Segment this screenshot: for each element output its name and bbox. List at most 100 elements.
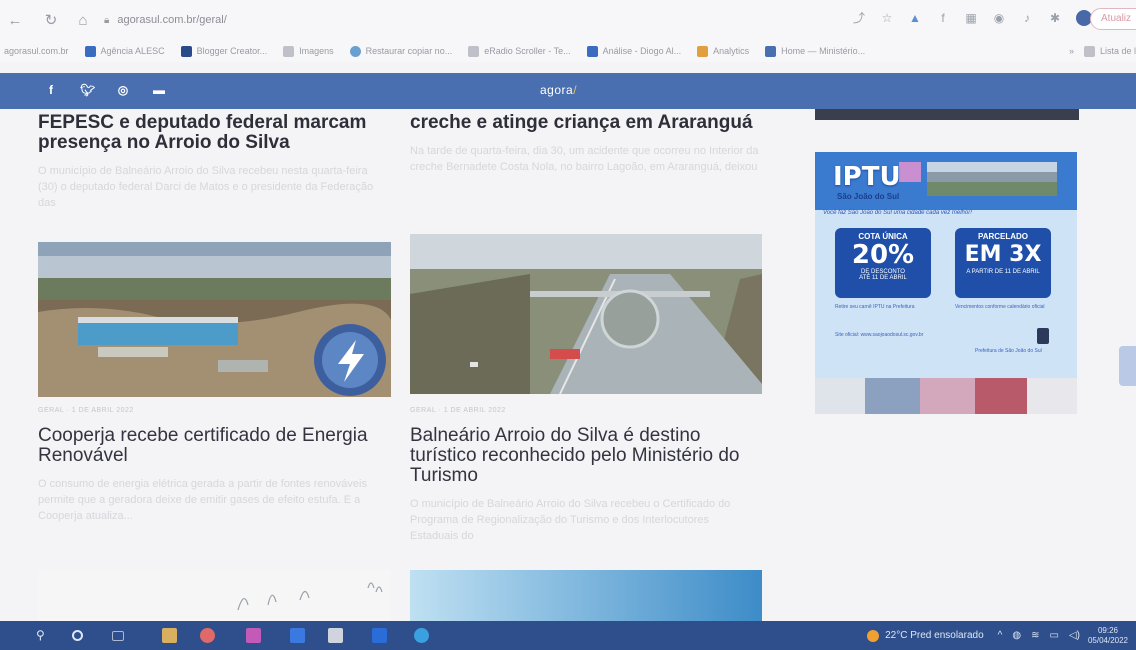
iptu-ad-banner[interactable]: IPTU São João do Sul Você faz São João d… (815, 152, 1077, 414)
app-icon[interactable] (290, 628, 305, 643)
ad-tagline: Você faz São João do Sul uma cidade cada… (823, 210, 972, 216)
chrome-icon[interactable] (200, 628, 215, 643)
grid-extension-icon[interactable]: ▦ (964, 11, 978, 25)
site-header: f 🐦︎ ◎ ▬ agora/ (0, 73, 1136, 109)
clock[interactable]: 09:26 05/04/2022 (1088, 626, 1128, 646)
network-icon[interactable]: ◍ (1012, 630, 1021, 641)
volume-icon[interactable]: ◁) (1069, 630, 1080, 641)
lock-icon: 🔒︎ (104, 14, 110, 26)
cortana-icon[interactable] (72, 630, 83, 641)
article-card: creche e atinge criança em Araranguá Na … (410, 113, 760, 191)
article-image-beach[interactable] (410, 570, 762, 621)
analytics-icon (697, 45, 709, 57)
ad-photo (815, 378, 865, 414)
bookmarks-overflow: » Lista de l (1060, 40, 1136, 62)
bookmark-favicon (468, 45, 480, 57)
road-aerial-photo (410, 234, 762, 394)
update-button[interactable]: Atualiz (1090, 8, 1136, 30)
bookmark-favicon (765, 45, 777, 57)
article-title[interactable]: FEPESC e deputado federal marcam presenç… (38, 113, 388, 153)
article-card: Balneário Arroio do Silva é destino turí… (410, 426, 760, 544)
windows-taskbar: ⚲ 22°C Pred ensolarado ^ ◍ ≋ ▭ ◁) 09:26 … (0, 621, 1136, 650)
article-excerpt: O município de Balneário Arroio do Silva… (410, 498, 731, 542)
back-icon[interactable]: ← (4, 9, 26, 31)
scroll-arrow-button[interactable] (1119, 346, 1136, 386)
ad-info-line: Site oficial: www.saojoaodosul.sc.gov.br (835, 332, 924, 338)
bookmark-favicon (84, 45, 96, 57)
bookmark-item[interactable]: Blogger Creator... (180, 45, 267, 57)
article-excerpt: Na tarde de quarta-feira, dia 30, um aci… (410, 145, 759, 173)
article-image-sketch[interactable] (38, 570, 391, 621)
address-bar[interactable]: 🔒︎ agorasul.com.br/geral/ (104, 14, 804, 26)
facebook-icon (586, 45, 598, 57)
ad-single-payment-box: COTA ÚNICA 20% DE DESCONTO ATÉ 11 DE ABR… (835, 228, 931, 298)
weather-text[interactable]: 22°C Pred ensolarado (885, 630, 984, 641)
article-title[interactable]: Balneário Arroio do Silva é destino turí… (410, 426, 760, 486)
task-view-icon[interactable] (112, 631, 124, 641)
extensions-area: ⤴ ☆ ▲ f ▦ ◉ ♪ ✱ (852, 10, 1092, 26)
system-tray: 22°C Pred ensolarado ^ ◍ ≋ ▭ ◁) 09:26 05… (867, 621, 1136, 650)
twitter-icon[interactable]: 🐦︎ (80, 83, 95, 97)
beach-photo (410, 570, 762, 621)
ad-installment-box: PARCELADO EM 3X A PARTIR DE 11 DE ABRIL (955, 228, 1051, 298)
extension-icon[interactable]: ♪ (1020, 11, 1034, 25)
app-icon[interactable] (328, 628, 343, 643)
app-icon[interactable] (246, 628, 261, 643)
record-extension-icon[interactable]: ◉ (992, 11, 1006, 25)
bookmark-item[interactable]: eRadio Scroller - Te... (468, 45, 571, 57)
word-icon[interactable] (372, 628, 387, 643)
ad-info-line: Retire seu carnê IPTU na Prefeitura (835, 304, 915, 310)
wifi-icon[interactable]: ≋ (1031, 630, 1039, 641)
bookmark-item[interactable]: agorasul.com.br (4, 46, 69, 56)
bookmark-item[interactable]: Home — Ministério... (765, 45, 865, 57)
bookmark-item[interactable]: Imagens (283, 45, 334, 57)
url-text: agorasul.com.br/geral/ (117, 14, 227, 26)
star-icon[interactable]: ☆ (880, 11, 894, 25)
file-explorer-icon[interactable] (162, 628, 177, 643)
social-links: f 🐦︎ ◎ ▬ (44, 83, 166, 97)
ad-emblem (1037, 328, 1049, 344)
article-title[interactable]: creche e atinge criança em Araranguá (410, 113, 760, 133)
article-meta: GERAL · 1 DE ABRIL 2022 (38, 407, 134, 414)
ad-footer: Prefeitura de São João do Sul (975, 348, 1042, 354)
ad-photo (920, 378, 975, 414)
ad-photo (865, 378, 920, 414)
bookmark-item[interactable]: Agência ALESC (84, 45, 165, 57)
article-meta: GERAL · 1 DE ABRIL 2022 (410, 407, 506, 414)
formula-extension-icon[interactable]: f (936, 11, 950, 25)
article-excerpt: O consumo de energia elétrica gerada a p… (38, 478, 367, 522)
chevron-up-icon[interactable]: ^ (998, 630, 1003, 641)
extension-icon[interactable]: ▲ (908, 11, 922, 25)
lagoon-photo (38, 242, 391, 397)
google-icon (283, 45, 295, 57)
article-image-lagoon[interactable] (38, 242, 391, 397)
instagram-icon[interactable]: ◎ (116, 83, 130, 97)
weather-icon[interactable] (867, 629, 880, 642)
article-excerpt: O município de Balneário Arroio do Silva… (38, 165, 374, 209)
article-title[interactable]: Cooperja recebe certificado de Energia R… (38, 426, 388, 466)
reading-list-icon (1083, 45, 1095, 57)
sidebar-banner-bottom (815, 109, 1079, 120)
site-logo[interactable]: agora/ (540, 83, 577, 97)
share-icon[interactable]: ⤴ (852, 11, 866, 25)
ad-photo (975, 378, 1027, 414)
reload-icon[interactable]: ↻ (40, 9, 62, 31)
facebook-icon[interactable]: f (44, 83, 58, 97)
reading-list-button[interactable]: Lista de l (1083, 45, 1136, 57)
bookmark-item[interactable]: Restaurar copiar no... (349, 45, 452, 57)
bookmark-favicon (349, 45, 361, 57)
article-card: Cooperja recebe certificado de Energia R… (38, 426, 388, 540)
article-image-road[interactable] (410, 234, 762, 394)
bookmark-item[interactable]: Análise - Diogo Al... (586, 45, 681, 57)
battery-icon[interactable]: ▭ (1049, 630, 1058, 641)
bookmark-item[interactable]: Analytics (697, 45, 749, 57)
ad-photo-strip (815, 378, 1077, 414)
sketch-photo (38, 570, 391, 621)
ad-city: São João do Sul (837, 192, 900, 201)
bookmarks-more-button[interactable]: » (1069, 46, 1074, 56)
edge-icon[interactable] (414, 628, 429, 643)
search-icon[interactable]: ⚲ (36, 628, 51, 643)
youtube-icon[interactable]: ▬ (152, 83, 166, 97)
puzzle-icon[interactable]: ✱ (1048, 11, 1062, 25)
home-icon[interactable]: ⌂ (72, 9, 94, 31)
